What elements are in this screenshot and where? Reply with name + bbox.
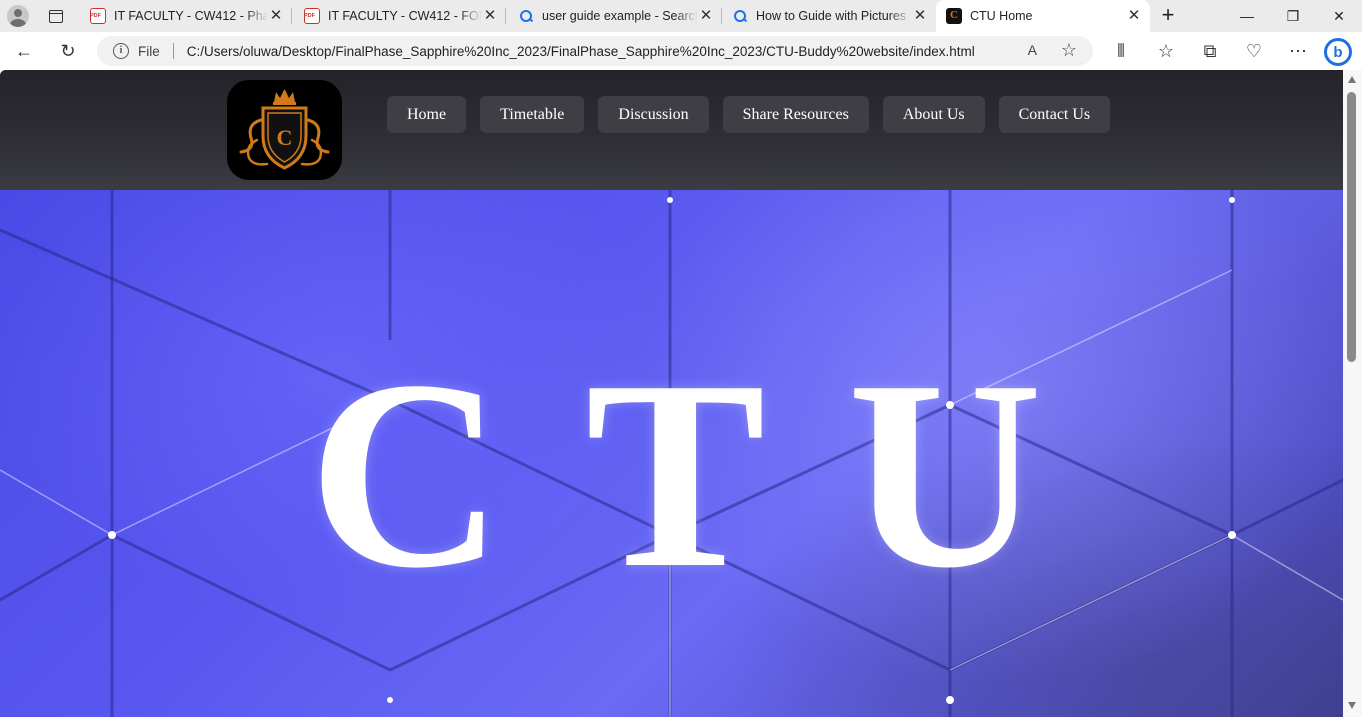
ctu-logo-icon (946, 8, 962, 24)
tab-user-guide-search[interactable]: user guide example - Search ✕ (508, 0, 722, 32)
browser-essentials-button[interactable]: ♡ (1239, 36, 1269, 66)
nav-discussion[interactable]: Discussion (598, 96, 709, 133)
tab-separator (505, 8, 506, 24)
copilot-button[interactable]: b (1322, 36, 1354, 68)
add-favorite-icon[interactable]: ☆ (1061, 40, 1077, 61)
read-aloud-icon[interactable]: A (1028, 42, 1037, 58)
collections-button[interactable]: ⧉ (1195, 36, 1225, 66)
address-url[interactable]: C:/Users/oluwa/Desktop/FinalPhase_Sapphi… (187, 44, 987, 59)
new-tab-button[interactable]: + (1155, 4, 1181, 28)
nav-home[interactable]: Home (387, 96, 467, 133)
search-icon (732, 8, 748, 24)
browser-toolbar: ← ↻ i File C:/Users/oluwa/Desktop/FinalP… (0, 32, 1362, 70)
tab-strip: IT FACULTY - CW412 - Phase ✕ IT FACULTY … (0, 0, 1362, 32)
page-viewport: C Home Timetable Discussion Share Resour… (0, 70, 1343, 717)
nav-timetable[interactable]: Timetable (480, 96, 585, 133)
scrollbar-thumb[interactable] (1347, 92, 1356, 362)
tab-close-icon[interactable]: ✕ (698, 8, 714, 24)
nav-contact-us[interactable]: Contact Us (998, 96, 1111, 133)
scroll-up-arrow-icon[interactable] (1348, 76, 1356, 83)
logo-letter: C (277, 125, 293, 150)
address-scheme-label: File (138, 43, 160, 59)
tab-it-faculty-form[interactable]: IT FACULTY - CW412 - FORM ✕ (294, 0, 506, 32)
copilot-icon: b (1324, 38, 1352, 66)
crest-icon: C (239, 89, 330, 170)
profile-avatar-icon (7, 5, 29, 27)
nav-share-resources[interactable]: Share Resources (722, 96, 869, 133)
scroll-down-arrow-icon[interactable] (1348, 702, 1356, 709)
refresh-button[interactable]: ↻ (53, 36, 83, 66)
tab-close-icon[interactable]: ✕ (482, 8, 498, 24)
tab-title: How to Guide with Pictures (756, 9, 907, 23)
tab-separator (291, 8, 292, 24)
tab-close-icon[interactable]: ✕ (268, 8, 284, 24)
favorites-button[interactable]: ☆ (1151, 36, 1181, 66)
address-bar[interactable]: i File C:/Users/oluwa/Desktop/FinalPhase… (97, 36, 1093, 66)
close-window-button[interactable]: ✕ (1316, 0, 1362, 32)
tab-title: CTU Home (970, 9, 1033, 23)
tab-close-icon[interactable]: ✕ (912, 8, 928, 24)
main-nav: Home Timetable Discussion Share Resource… (387, 96, 1111, 133)
restore-button[interactable]: ❐ (1270, 0, 1316, 32)
tab-ctu-home[interactable]: CTU Home ✕ (936, 0, 1150, 32)
tab-actions-button[interactable] (42, 5, 70, 27)
more-menu-button[interactable]: ⋯ (1283, 36, 1313, 66)
site-header: C Home Timetable Discussion Share Resour… (0, 70, 1343, 190)
nav-about-us[interactable]: About Us (882, 96, 985, 133)
tab-close-icon[interactable]: ✕ (1126, 8, 1142, 24)
page-scrollbar[interactable] (1343, 70, 1362, 717)
pdf-icon (304, 8, 320, 24)
tab-actions-icon (49, 9, 63, 23)
ctu-logo[interactable]: C (227, 80, 342, 180)
tab-title: user guide example - Search (542, 9, 698, 23)
tab-title: IT FACULTY - CW412 - Phase (114, 9, 268, 23)
split-screen-button[interactable]: ⫴ (1106, 36, 1136, 66)
hero-title: CTU (308, 325, 1125, 624)
profile-button[interactable] (4, 3, 32, 29)
search-icon (518, 8, 534, 24)
tab-how-to-guide[interactable]: How to Guide with Pictures ✕ (722, 0, 936, 32)
tab-title: IT FACULTY - CW412 - FORM (328, 9, 482, 23)
info-icon[interactable]: i (113, 43, 129, 59)
address-divider (172, 43, 174, 59)
minimize-button[interactable]: — (1224, 0, 1270, 32)
tab-it-faculty-phase[interactable]: IT FACULTY - CW412 - Phase ✕ (80, 0, 292, 32)
hero-banner: CTU (0, 190, 1343, 717)
back-button[interactable]: ← (9, 36, 39, 66)
pdf-icon (90, 8, 106, 24)
